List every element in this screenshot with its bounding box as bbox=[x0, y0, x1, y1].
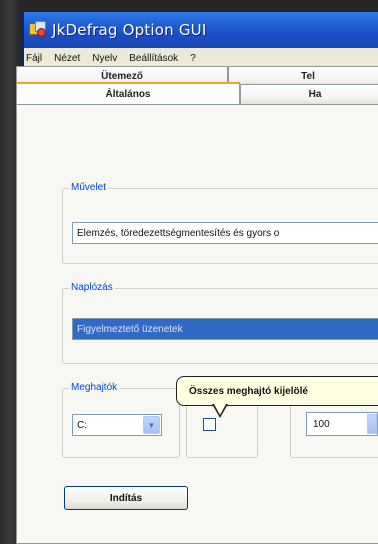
operation-select-value: Elemzés, töredezettségmentesítés és gyor… bbox=[77, 227, 280, 239]
title-bar[interactable]: JkDefrag Option GUI bbox=[24, 12, 378, 48]
chevron-down-icon[interactable]: ▼ bbox=[143, 416, 160, 434]
operation-select[interactable]: Elemzés, töredezettségmentesítés és gyor… bbox=[72, 222, 378, 244]
menu-view[interactable]: Nézet bbox=[54, 53, 80, 64]
group-logging-label: Naplózás bbox=[69, 282, 115, 293]
spinner-arrows-icon[interactable] bbox=[367, 414, 377, 434]
drive-select[interactable]: C: ▼ bbox=[72, 414, 162, 436]
select-all-drives-checkbox[interactable] bbox=[203, 418, 216, 431]
logging-select[interactable]: Figyelmeztető üzenetek bbox=[72, 318, 378, 340]
tooltip-text: Összes meghajtó kijelölé bbox=[189, 385, 308, 397]
group-drives-label: Meghajtók bbox=[69, 382, 120, 393]
window-title: JkDefrag Option GUI bbox=[52, 21, 207, 39]
menu-language[interactable]: Nyelv bbox=[92, 53, 117, 64]
menu-settings[interactable]: Beállítások bbox=[129, 53, 178, 64]
tab-performance[interactable]: Tel bbox=[228, 66, 378, 86]
tab-general[interactable]: Általános bbox=[16, 82, 240, 104]
tab-row-bottom: Általános Ha bbox=[16, 82, 378, 104]
select-all-drives-tooltip: Összes meghajtó kijelölé bbox=[176, 376, 378, 406]
drive-select-value: C: bbox=[77, 419, 87, 431]
app-icon bbox=[28, 20, 48, 40]
logging-select-value: Figyelmeztető üzenetek bbox=[77, 323, 183, 335]
start-button[interactable]: Indítás bbox=[64, 486, 188, 510]
menu-file[interactable]: Fájl bbox=[26, 53, 42, 64]
tooltip-tail-inner bbox=[214, 404, 226, 415]
percent-spinner-value: 100 bbox=[313, 418, 330, 430]
group-operation-label: Művelet bbox=[69, 182, 109, 193]
tab-advanced[interactable]: Ha bbox=[240, 84, 378, 104]
percent-spinner[interactable]: 100 bbox=[306, 412, 378, 436]
menu-help[interactable]: ? bbox=[190, 53, 196, 64]
